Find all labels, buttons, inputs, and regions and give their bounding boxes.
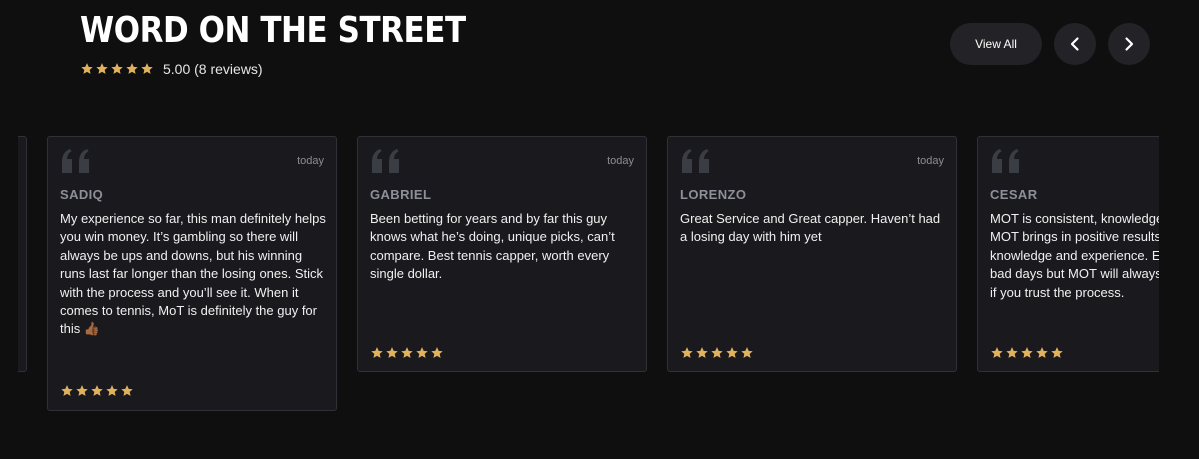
review-text: My experience so far, this man definitel… <box>60 211 326 337</box>
star-icon <box>401 347 413 358</box>
review-text: Great Service and Great capper. Haven’t … <box>680 211 941 245</box>
quote-icon <box>62 149 89 173</box>
star-icon <box>76 385 88 396</box>
star-icon <box>111 63 123 74</box>
quote-icon <box>992 149 1019 173</box>
review-card: today GABRIEL Been betting for years and… <box>357 136 647 372</box>
review-stars <box>680 346 754 360</box>
reviewer-name: SADIQ <box>60 187 104 202</box>
review-date: today <box>917 155 944 167</box>
review-text: Been betting for years and by far this g… <box>370 211 615 282</box>
review-card: today LORENZO Great Service and Great ca… <box>667 136 957 372</box>
star-icon <box>1051 347 1063 358</box>
star-icon <box>711 347 723 358</box>
reviewer-name: CESAR <box>990 187 1038 202</box>
section-title: WORD ON THE STREET <box>80 10 466 51</box>
reviews-carousel[interactable]: today SADIQ My experience so far, this m… <box>18 136 1159 436</box>
next-button[interactable] <box>1108 23 1150 65</box>
chevron-right-icon <box>1125 37 1134 51</box>
star-icon <box>61 385 73 396</box>
star-icon <box>91 385 103 396</box>
review-card-partial <box>18 136 27 372</box>
overall-rating-stars <box>80 62 154 76</box>
review-date: today <box>297 155 324 167</box>
star-icon <box>696 347 708 358</box>
rating-summary: 5.00 (8 reviews) <box>163 61 263 77</box>
star-icon <box>991 347 1003 358</box>
star-icon <box>1036 347 1048 358</box>
review-stars <box>370 346 444 360</box>
star-icon <box>121 385 133 396</box>
review-card: today SADIQ My experience so far, this m… <box>47 136 337 411</box>
view-all-button[interactable]: View All <box>950 23 1042 65</box>
star-icon <box>681 347 693 358</box>
quote-icon <box>372 149 399 173</box>
star-icon <box>126 63 138 74</box>
review-text: MOT is consistent, knowledgeable and act… <box>990 211 1159 300</box>
star-icon <box>141 63 153 74</box>
review-stars <box>60 384 134 398</box>
star-icon <box>81 63 93 74</box>
star-icon <box>386 347 398 358</box>
quote-icon <box>682 149 709 173</box>
star-icon <box>741 347 753 358</box>
review-stars <box>990 346 1064 360</box>
review-card: CESAR MOT is consistent, knowledgeable a… <box>977 136 1159 372</box>
star-icon <box>1021 347 1033 358</box>
reviewer-name: GABRIEL <box>370 187 432 202</box>
star-icon <box>96 63 108 74</box>
overall-rating: 5.00 (8 reviews) <box>80 61 263 77</box>
chevron-left-icon <box>1070 37 1079 51</box>
star-icon <box>416 347 428 358</box>
carousel-controls: View All <box>950 23 1150 65</box>
star-icon <box>371 347 383 358</box>
star-icon <box>431 347 443 358</box>
star-icon <box>106 385 118 396</box>
previous-button[interactable] <box>1054 23 1096 65</box>
star-icon <box>726 347 738 358</box>
reviewer-name: LORENZO <box>680 187 747 202</box>
star-icon <box>1006 347 1018 358</box>
review-date: today <box>607 155 634 167</box>
